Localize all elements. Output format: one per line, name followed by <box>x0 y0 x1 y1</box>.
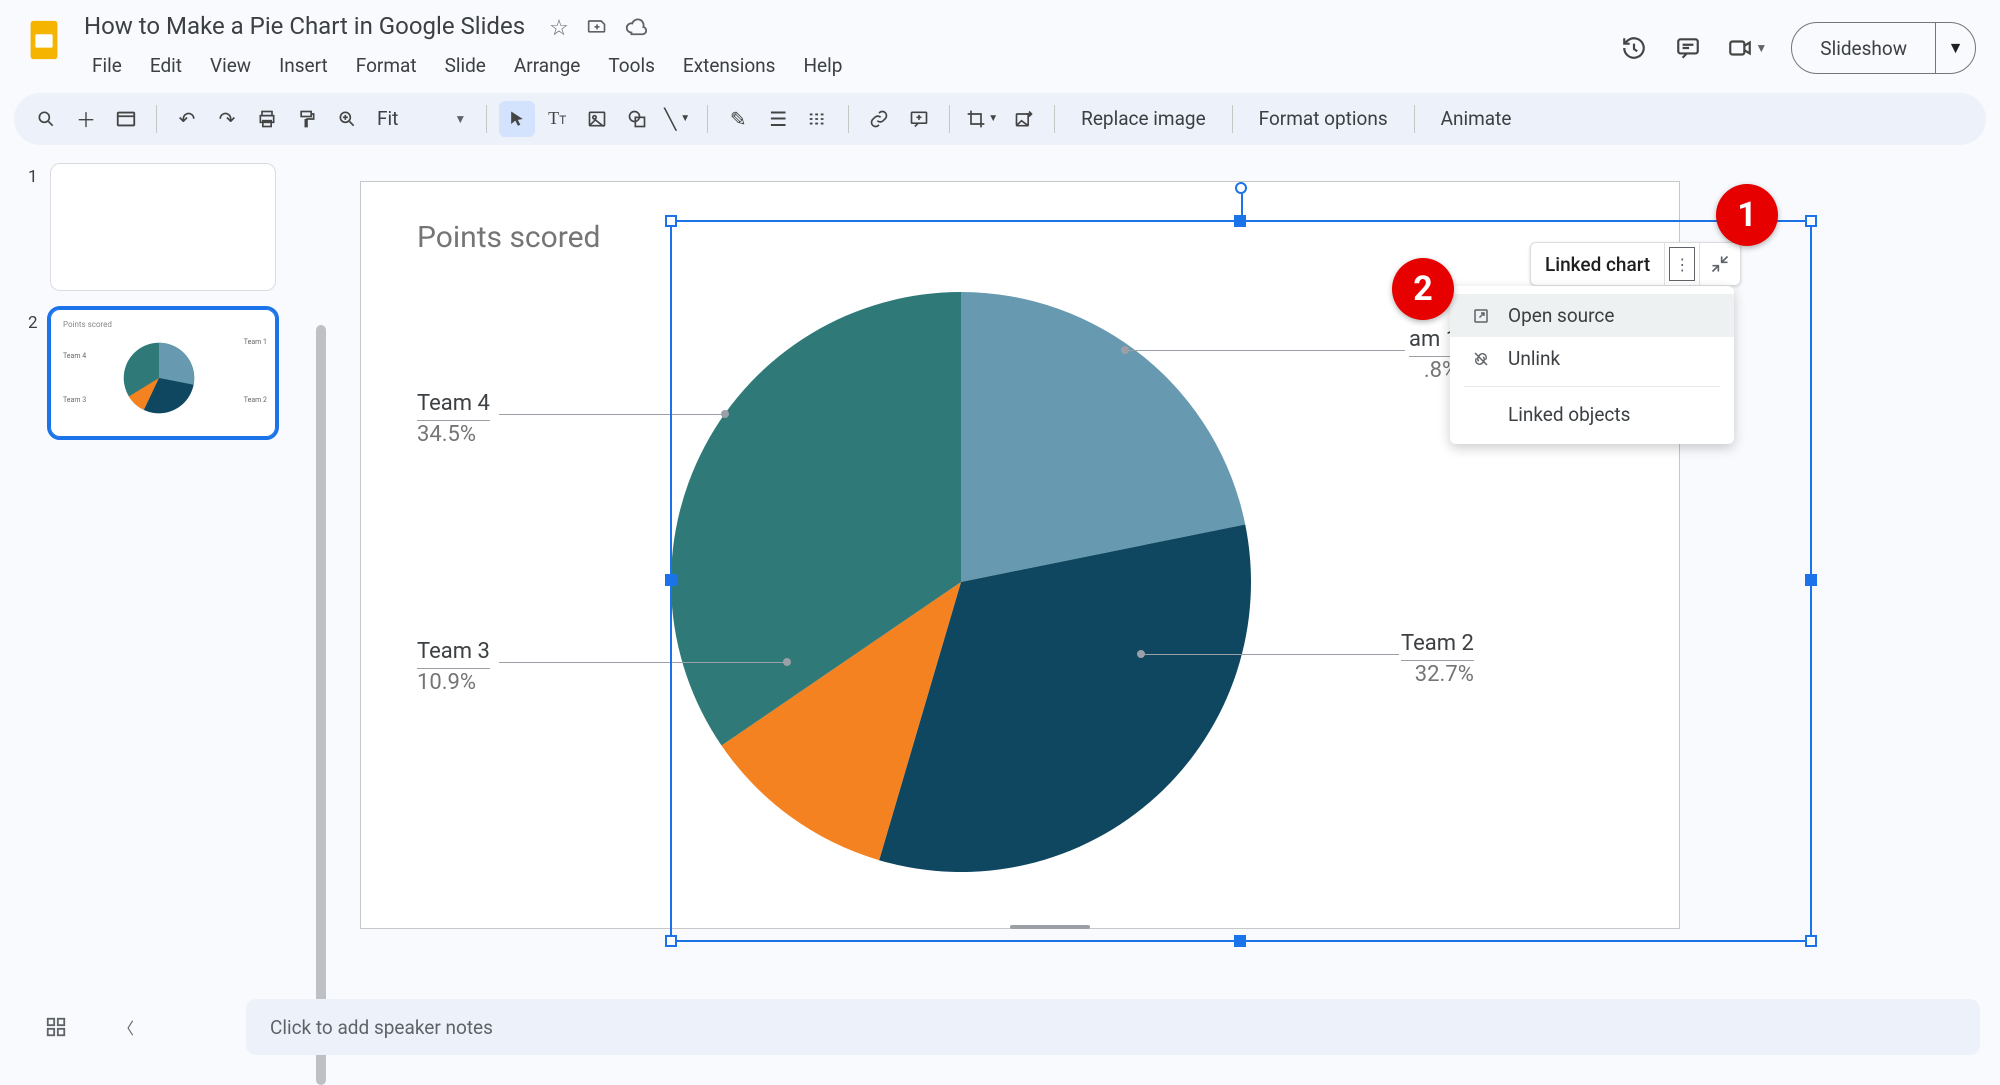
pen-icon[interactable]: ✎ <box>720 101 756 137</box>
slide-thumbnail-2[interactable]: Points scored Team 1 Team 2 Team 3 Team … <box>50 309 276 437</box>
link-icon[interactable] <box>861 101 897 137</box>
menu-arrange[interactable]: Arrange <box>502 48 592 83</box>
linked-chart-more-icon[interactable]: ⋮ <box>1664 242 1700 286</box>
history-icon[interactable] <box>1619 33 1649 63</box>
menu-slide[interactable]: Slide <box>433 48 498 83</box>
menu-file[interactable]: File <box>80 48 134 83</box>
linked-chart-menu: Open source Unlink Linked objects <box>1450 286 1734 444</box>
grid-view-icon[interactable] <box>36 1007 76 1047</box>
slide-thumbnail-1[interactable] <box>50 163 276 291</box>
image-icon[interactable] <box>579 101 615 137</box>
textbox-icon[interactable]: TT <box>539 101 575 137</box>
annotation-2: 2 <box>1392 258 1454 320</box>
menu-edit[interactable]: Edit <box>138 48 194 83</box>
print-icon[interactable] <box>249 101 285 137</box>
comments-icon[interactable] <box>1673 33 1703 63</box>
mini-pie-icon <box>117 336 201 420</box>
redo-icon[interactable]: ↷ <box>209 101 245 137</box>
open-source-icon <box>1470 307 1492 325</box>
star-icon[interactable]: ☆ <box>549 16 569 44</box>
menu-format[interactable]: Format <box>344 48 429 83</box>
new-slide-layout-icon[interactable] <box>108 101 144 137</box>
slideshow-button[interactable]: Slideshow ▼ <box>1791 22 1976 74</box>
menu-help[interactable]: Help <box>791 48 854 83</box>
undo-icon[interactable]: ↶ <box>169 101 205 137</box>
reset-image-icon[interactable] <box>1006 101 1042 137</box>
new-slide-icon[interactable]: ＋ <box>68 101 104 137</box>
toolbar: ＋ ↶ ↷ Fit▼ TT ╲ ▼ ✎ ☰ ▼ Replace image Fo… <box>14 93 1986 145</box>
linked-chart-label: Linked chart <box>1531 253 1664 276</box>
menu-insert[interactable]: Insert <box>267 48 340 83</box>
slide-number: 2 <box>28 309 46 333</box>
menu-extensions[interactable]: Extensions <box>671 48 788 83</box>
comment-add-icon[interactable] <box>901 101 937 137</box>
menu-unlink[interactable]: Unlink <box>1450 337 1734 380</box>
chart-label-team4: Team 4 34.5% <box>417 390 490 450</box>
chart-label-team3: Team 3 10.9% <box>417 638 490 698</box>
slide-number: 1 <box>28 163 46 187</box>
chart-label-team2: Team 2 32.7% <box>1401 630 1474 690</box>
slide-resize-handle[interactable] <box>1010 925 1090 929</box>
animate-button[interactable]: Animate <box>1427 101 1526 137</box>
paint-format-icon[interactable] <box>289 101 325 137</box>
menu-open-source[interactable]: Open source <box>1450 294 1734 337</box>
line-icon[interactable]: ╲ ▼ <box>659 101 695 137</box>
annotation-1: 1 <box>1716 184 1778 246</box>
unlink-collapse-icon[interactable] <box>1700 254 1740 274</box>
border-icon[interactable]: ☰ <box>760 101 796 137</box>
collapse-filmstrip-icon[interactable]: 〈 <box>106 1007 146 1047</box>
zoom-icon[interactable] <box>329 101 365 137</box>
zoom-select[interactable]: Fit▼ <box>369 107 474 130</box>
menu-tools[interactable]: Tools <box>596 48 667 83</box>
shape-icon[interactable] <box>619 101 655 137</box>
menubar: File Edit View Insert Format Slide Arran… <box>80 48 854 83</box>
select-tool-icon[interactable] <box>499 101 535 137</box>
replace-image-button[interactable]: Replace image <box>1067 101 1220 137</box>
speaker-notes[interactable]: Click to add speaker notes <box>246 999 1980 1055</box>
move-icon[interactable] <box>587 16 607 44</box>
slideshow-caret[interactable]: ▼ <box>1935 22 1975 74</box>
slides-logo[interactable] <box>18 14 70 66</box>
filmstrip: 1 2 Points scored Team 1 Team 2 Team 3 T… <box>0 145 320 1058</box>
pie-chart[interactable] <box>661 282 1261 882</box>
unlink-icon <box>1470 350 1492 368</box>
search-menus-icon[interactable] <box>28 101 64 137</box>
document-title[interactable]: How to Make a Pie Chart in Google Slides <box>80 10 529 42</box>
present-camera[interactable]: ▼ <box>1727 35 1767 61</box>
crop-icon[interactable]: ▼ <box>962 101 1002 137</box>
linked-chart-bar: Linked chart ⋮ <box>1530 242 1741 286</box>
menu-view[interactable]: View <box>198 48 263 83</box>
menu-linked-objects[interactable]: Linked objects <box>1450 393 1734 436</box>
format-options-button[interactable]: Format options <box>1245 101 1402 137</box>
chart-title: Points scored <box>417 220 600 255</box>
cloud-status-icon[interactable] <box>625 16 647 44</box>
border-dash-icon[interactable] <box>800 101 836 137</box>
